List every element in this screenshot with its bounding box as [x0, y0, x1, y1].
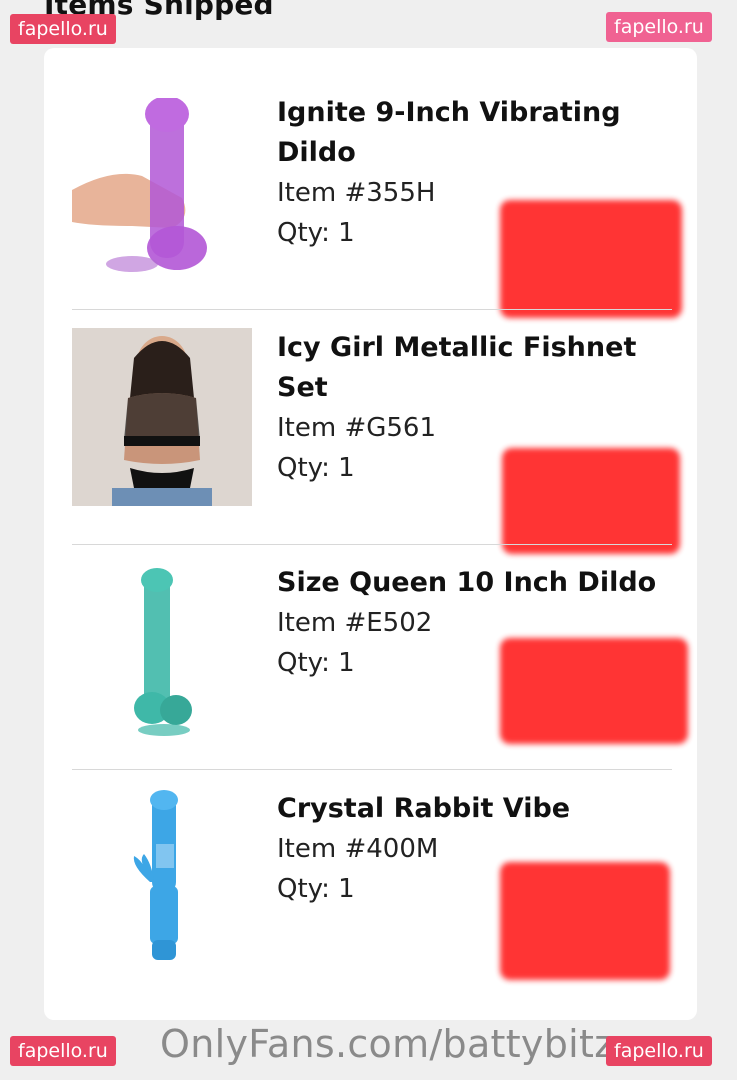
product-image-teal-dildo — [72, 566, 252, 746]
divider-1 — [72, 309, 672, 310]
product-image-rabbit-vibe — [72, 790, 252, 970]
item-2-number: Item #G561 — [277, 413, 437, 443]
divider-2 — [72, 544, 672, 545]
watermark-top-right: fapello.ru — [606, 12, 712, 42]
divider-3 — [72, 769, 672, 770]
item-2-name-line1[interactable]: Icy Girl Metallic Fishnet — [277, 328, 637, 368]
product-image-purple-dildo — [72, 98, 252, 278]
redaction-block-3 — [500, 638, 688, 744]
teal-dildo-icon — [134, 568, 192, 736]
item-3-name[interactable]: Size Queen 10 Inch Dildo — [277, 563, 656, 603]
purple-dildo-icon — [72, 98, 207, 272]
item-2-name-line2[interactable]: Set — [277, 368, 637, 408]
rabbit-vibe-icon — [133, 790, 178, 960]
redaction-block-4 — [500, 862, 670, 980]
item-1-name-line1[interactable]: Ignite 9-Inch Vibrating — [277, 93, 637, 133]
watermark-bottom-right: fapello.ru — [606, 1036, 712, 1066]
product-image-fishnet-set — [72, 328, 252, 506]
item-4-name[interactable]: Crystal Rabbit Vibe — [277, 789, 637, 829]
item-3-number: Item #E502 — [277, 608, 433, 638]
watermark-bottom-left: fapello.ru — [10, 1036, 116, 1066]
footer-onlyfans-text: OnlyFans.com/battybitz — [160, 1022, 615, 1066]
fishnet-set-icon — [72, 328, 252, 506]
redaction-block-2 — [502, 448, 680, 554]
watermark-top-left: fapello.ru — [10, 14, 116, 44]
redaction-block-1 — [500, 200, 682, 318]
item-1-name-line2[interactable]: Dildo — [277, 133, 637, 173]
